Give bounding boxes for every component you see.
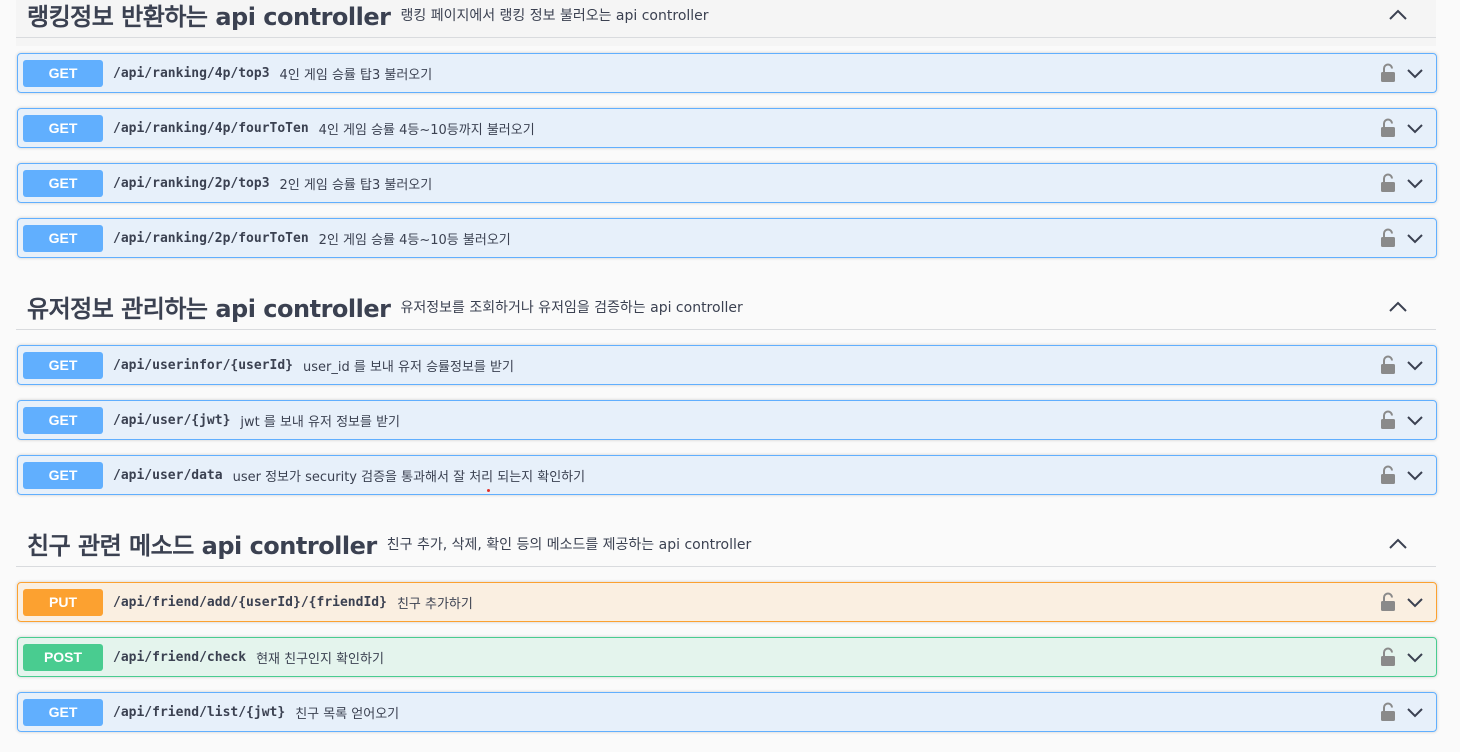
operation-path: /api/userinfor/{userId} [113,357,294,373]
method-badge: GET [23,698,103,726]
method-badge: GET [23,114,103,142]
chevron-down-icon[interactable] [1406,595,1424,609]
operation-path: /api/ranking/4p/fourToTen [113,120,309,136]
cursor-marker [487,489,490,492]
operation-get-userinfor[interactable]: GET /api/userinfor/{userId} user_id 를 보내… [17,345,1437,385]
method-badge: GET [23,59,103,87]
chevron-down-icon[interactable] [1406,468,1424,482]
chevron-up-icon[interactable] [1386,295,1410,319]
tag-header-friend[interactable]: 친구 관련 메소드 api controller 친구 추가, 삭제, 확인 등… [16,521,1436,567]
operation-summary: 현재 친구인지 확인하기 [256,651,384,667]
operation-path: /api/friend/add/{userId}/{friendId} [113,594,387,610]
lock-icon[interactable] [1380,465,1396,485]
operation-path: /api/ranking/4p/top3 [113,65,270,81]
operation-get-ranking-2p-fourtoten[interactable]: GET /api/ranking/2p/fourToTen 2인 게임 승률 4… [17,218,1437,258]
lock-icon[interactable] [1380,118,1396,138]
lock-icon[interactable] [1380,410,1396,430]
chevron-down-icon[interactable] [1406,176,1424,190]
operation-summary: 2인 게임 승률 4등~10등 불러오기 [318,232,511,248]
operation-path: /api/ranking/2p/top3 [113,175,270,191]
chevron-down-icon[interactable] [1406,66,1424,80]
lock-icon[interactable] [1380,702,1396,722]
tag-title: 친구 관련 메소드 api controller [27,532,377,560]
operation-path: /api/user/{jwt} [113,412,231,428]
tag-title: 유저정보 관리하는 api controller [27,295,391,323]
chevron-down-icon[interactable] [1406,650,1424,664]
tag-description: 친구 추가, 삭제, 확인 등의 메소드를 제공하는 api controlle… [386,536,752,553]
operation-path: /api/friend/list/{jwt} [113,704,286,720]
operation-path: /api/ranking/2p/fourToTen [113,230,309,246]
tag-description: 유저정보를 조회하거나 유저임을 검증하는 api controller [400,299,743,316]
method-badge: GET [23,461,103,489]
tag-description: 랭킹 페이지에서 랭킹 정보 불러오는 api controller [400,7,709,24]
operation-summary: 4인 게임 승률 4등~10등까지 불러오기 [318,122,535,138]
chevron-up-icon[interactable] [1386,3,1410,27]
method-badge: GET [23,169,103,197]
operation-summary: 친구 목록 얻어오기 [295,706,400,722]
lock-icon[interactable] [1380,592,1396,612]
operation-post-friend-check[interactable]: POST /api/friend/check 현재 친구인지 확인하기 [17,637,1437,677]
chevron-down-icon[interactable] [1406,358,1424,372]
operation-get-ranking-2p-top3[interactable]: GET /api/ranking/2p/top3 2인 게임 승률 탑3 불러오… [17,163,1437,203]
operation-get-user-data[interactable]: GET /api/user/data user 정보가 security 검증을… [17,455,1437,495]
operation-summary: jwt 를 보내 유저 정보를 받기 [240,414,401,430]
operation-summary: user 정보가 security 검증을 통과해서 잘 처리 되는지 확인하기 [232,469,586,485]
operation-get-ranking-4p-fourtoten[interactable]: GET /api/ranking/4p/fourToTen 4인 게임 승률 4… [17,108,1437,148]
operation-get-ranking-4p-top3[interactable]: GET /api/ranking/4p/top3 4인 게임 승률 탑3 불러오… [17,53,1437,93]
lock-icon[interactable] [1380,228,1396,248]
operation-put-friend-add[interactable]: PUT /api/friend/add/{userId}/{friendId} … [17,582,1437,622]
operation-summary: 친구 추가하기 [396,596,473,612]
chevron-down-icon[interactable] [1406,413,1424,427]
lock-icon[interactable] [1380,63,1396,83]
chevron-down-icon[interactable] [1406,231,1424,245]
operation-summary: 4인 게임 승률 탑3 불러오기 [279,67,433,83]
lock-icon[interactable] [1380,355,1396,375]
lock-icon[interactable] [1380,173,1396,193]
chevron-down-icon[interactable] [1406,705,1424,719]
method-badge: GET [23,406,103,434]
lock-icon[interactable] [1380,647,1396,667]
operation-summary: 2인 게임 승률 탑3 불러오기 [279,177,433,193]
method-badge: POST [23,643,103,671]
operation-get-user-jwt[interactable]: GET /api/user/{jwt} jwt 를 보내 유저 정보를 받기 [17,400,1437,440]
operation-path: /api/friend/check [113,649,247,665]
method-badge: GET [23,224,103,252]
operation-path: /api/user/data [113,467,223,483]
operation-get-friend-list[interactable]: GET /api/friend/list/{jwt} 친구 목록 얻어오기 [17,692,1437,732]
chevron-up-icon[interactable] [1386,532,1410,556]
tag-title: 랭킹정보 반환하는 api controller [27,3,391,31]
chevron-down-icon[interactable] [1406,121,1424,135]
method-badge: GET [23,351,103,379]
tag-header-ranking[interactable]: 랭킹정보 반환하는 api controller 랭킹 페이지에서 랭킹 정보 … [16,0,1436,38]
tag-header-user[interactable]: 유저정보 관리하는 api controller 유저정보를 조회하거나 유저임… [16,284,1436,330]
method-badge: PUT [23,588,103,616]
operation-summary: user_id 를 보내 유저 승률정보를 받기 [303,359,514,375]
